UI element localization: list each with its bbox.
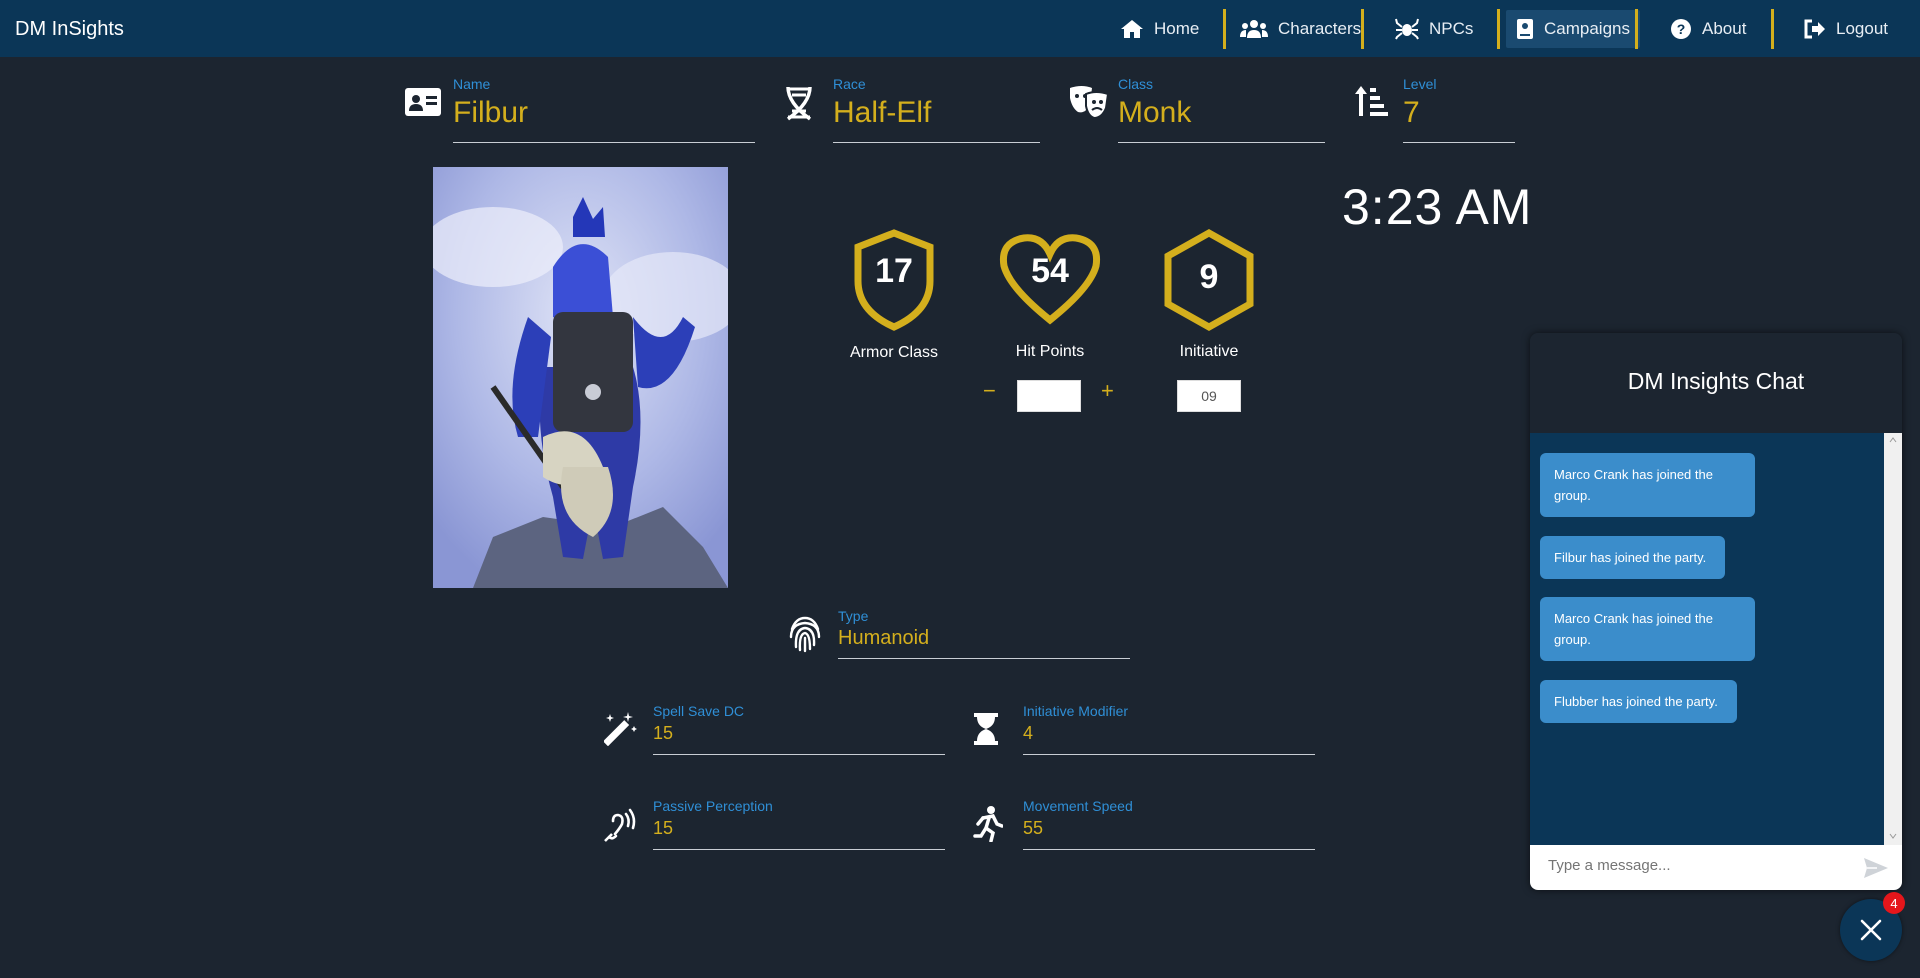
nav-divider	[1497, 9, 1500, 49]
passive-perception-label: Passive Perception	[653, 798, 773, 814]
nav-divider	[1771, 9, 1774, 49]
scroll-up-arrow-icon[interactable]	[1889, 437, 1897, 443]
movement-speed-value[interactable]: 55	[1023, 818, 1043, 839]
hit-points-value: 54	[1031, 252, 1069, 290]
passive-perception-value[interactable]: 15	[653, 818, 673, 839]
nav-campaigns[interactable]: Campaigns	[1506, 10, 1640, 48]
logout-icon	[1804, 19, 1825, 39]
nav-divider	[1223, 9, 1226, 49]
spell-save-dc-value[interactable]: 15	[653, 723, 673, 744]
nav-about-label: About	[1702, 19, 1747, 38]
hit-points-label: Hit Points	[1015, 343, 1085, 360]
chat-scrollbar[interactable]	[1884, 433, 1902, 845]
sort-amount-up-icon	[1355, 86, 1388, 116]
nav-logout-label: Logout	[1836, 19, 1888, 38]
hp-adjust-input[interactable]	[1017, 380, 1081, 412]
chat-message: Flubber has joined the party.	[1540, 680, 1737, 723]
brand-title[interactable]: DM InSights	[15, 18, 124, 41]
level-underline	[1403, 142, 1515, 143]
movement-speed-underline	[1023, 849, 1315, 850]
name-label: Name	[453, 76, 491, 92]
nav-characters[interactable]: Characters	[1230, 10, 1371, 48]
spell-save-dc-label: Spell Save DC	[653, 703, 745, 719]
chat-header: DM Insights Chat	[1530, 333, 1902, 433]
unread-count-badge: 4	[1883, 892, 1905, 914]
movement-speed-label: Movement Speed	[1023, 798, 1133, 814]
chat-title: DM Insights Chat	[1627, 368, 1805, 394]
name-underline	[453, 142, 755, 143]
nav-characters-label: Characters	[1278, 19, 1362, 38]
chat-message: Marco Crank has joined the group.	[1540, 597, 1755, 661]
initiative-modifier-value[interactable]: 4	[1023, 723, 1033, 744]
send-icon[interactable]	[1863, 857, 1889, 879]
dna-icon	[786, 86, 812, 121]
type-label: Type	[838, 608, 869, 624]
hp-increase-button[interactable]: +	[1101, 378, 1114, 404]
nav-logout[interactable]: Logout	[1794, 10, 1898, 48]
class-label: Class	[1118, 76, 1154, 92]
hearing-icon	[604, 808, 636, 842]
class-value[interactable]: Monk	[1118, 96, 1191, 130]
race-value[interactable]: Half-Elf	[833, 96, 931, 130]
initiative-modifier-underline	[1023, 754, 1315, 755]
id-card-icon	[405, 88, 441, 116]
passive-perception-underline	[653, 849, 945, 850]
nav-campaigns-label: Campaigns	[1544, 19, 1630, 38]
nav-npcs-label: NPCs	[1429, 19, 1474, 38]
level-label: Level	[1403, 76, 1437, 92]
home-icon	[1121, 20, 1143, 38]
hourglass-icon	[974, 713, 998, 745]
spider-icon	[1395, 18, 1419, 40]
users-icon	[1240, 20, 1268, 38]
svg-text:?: ?	[1677, 21, 1686, 37]
question-circle-icon: ?	[1671, 19, 1691, 39]
nav-divider	[1635, 9, 1638, 49]
initiative-modifier-label: Initiative Modifier	[1023, 703, 1129, 719]
fingerprint-icon	[789, 616, 821, 653]
magic-wand-icon	[604, 712, 637, 746]
book-icon	[1517, 19, 1533, 39]
initiative-label: Initiative	[1179, 343, 1239, 360]
character-portrait	[433, 167, 728, 588]
running-icon	[973, 806, 1003, 842]
level-value[interactable]: 7	[1403, 96, 1420, 130]
race-label: Race	[833, 76, 866, 92]
clock-display: 3:23 AM	[1342, 179, 1533, 235]
spell-save-dc-underline	[653, 754, 945, 755]
nav-divider	[1361, 9, 1364, 49]
armor-class-value: 17	[875, 252, 913, 290]
initiative-input[interactable]: 09	[1177, 380, 1241, 412]
close-icon	[1860, 919, 1882, 941]
theater-masks-icon	[1070, 86, 1110, 120]
nav-home-label: Home	[1154, 19, 1200, 38]
class-underline	[1118, 142, 1325, 143]
initiative-value: 9	[1199, 258, 1219, 296]
hp-decrease-button[interactable]: −	[983, 378, 996, 404]
chat-message: Marco Crank has joined the group.	[1540, 453, 1755, 517]
chat-panel: DM Insights Chat Marco Crank has joined …	[1530, 333, 1902, 890]
chat-message: Filbur has joined the party.	[1540, 536, 1725, 579]
nav-npcs[interactable]: NPCs	[1385, 10, 1483, 48]
armor-class-label: Armor Class	[849, 344, 938, 361]
race-underline	[833, 142, 1040, 143]
type-underline	[838, 658, 1130, 659]
scroll-down-arrow-icon[interactable]	[1889, 833, 1897, 839]
top-navbar: DM InSights Home Characters NPCs Campaig…	[0, 0, 1920, 57]
chat-input-bar	[1530, 845, 1902, 890]
nav-home[interactable]: Home	[1110, 10, 1209, 48]
nav-about[interactable]: ? About	[1660, 10, 1756, 48]
chat-message-input[interactable]	[1548, 857, 1848, 874]
name-value[interactable]: Filbur	[453, 96, 528, 130]
chat-messages[interactable]: Marco Crank has joined the group. Filbur…	[1530, 433, 1884, 845]
type-value[interactable]: Humanoid	[838, 627, 929, 650]
